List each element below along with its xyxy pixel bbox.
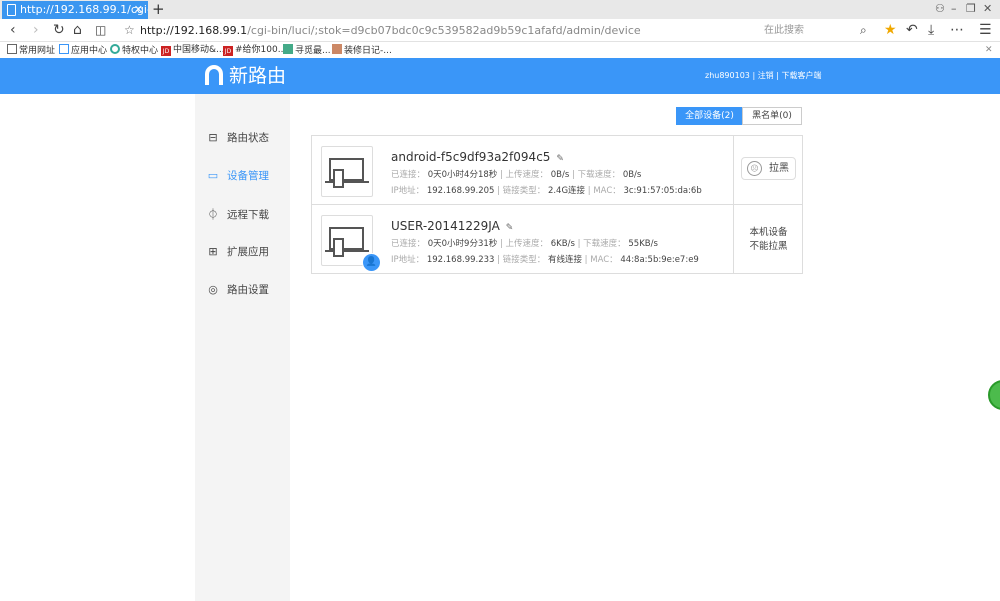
device-list: android-f5c9df93a2f094c5 ✎ 已连接： 0天0小时4分18… bbox=[311, 135, 803, 274]
tab-title: http://192.168.99.1/cgi-bin/l bbox=[20, 3, 148, 16]
sidebar-item-download[interactable]: ⏀ 远程下载 bbox=[207, 206, 270, 222]
filter-all-devices[interactable]: 全部设备(2) bbox=[676, 107, 743, 125]
block-button[interactable]: ☹ 拉黑 bbox=[741, 157, 796, 180]
search-placeholder: 在此搜索 bbox=[764, 25, 804, 36]
page-icon bbox=[7, 4, 16, 16]
device-icon bbox=[321, 146, 373, 197]
gear-icon: ◎ bbox=[208, 283, 218, 296]
bookmark[interactable]: 装修日记-... bbox=[332, 44, 392, 57]
home-icon[interactable]: ⌂ bbox=[73, 20, 82, 40]
download-circle-icon: ⏀ bbox=[207, 208, 219, 221]
device-row: android-f5c9df93a2f094c5 ✎ 已连接： 0天0小时4分18… bbox=[312, 136, 802, 205]
sidebar: ⊟ 路由状态 ▭ 设备管理 ⏀ 远程下载 ⊞ 扩展应用 ◎ 路由设置 bbox=[195, 94, 290, 601]
bookmark[interactable]: JD 中国移动&... bbox=[161, 44, 225, 56]
sidebar-item-apps[interactable]: ⊞ 扩展应用 bbox=[207, 244, 269, 259]
download-icon[interactable]: ⤓ bbox=[928, 20, 934, 40]
restore-button[interactable]: ❐ bbox=[966, 2, 976, 15]
url-host: http://192.168.99.1 bbox=[140, 24, 248, 37]
bookmark[interactable]: 寻觅最... bbox=[283, 44, 331, 57]
sidebar-item-settings[interactable]: ◎ 路由设置 bbox=[207, 282, 269, 297]
floating-widget-icon[interactable] bbox=[988, 380, 1000, 410]
download-client-link[interactable]: 下载客户端 bbox=[781, 71, 821, 80]
cannot-block-note: 本机设备 不能拉黑 bbox=[749, 227, 788, 252]
forward-icon[interactable]: › bbox=[33, 20, 39, 40]
close-tab-icon[interactable]: ✕ bbox=[134, 1, 143, 19]
new-tab-button[interactable]: + bbox=[152, 0, 165, 19]
user-links: zhu890103 | 注销 | 下载客户端 bbox=[705, 71, 822, 80]
current-user-icon: 👤 bbox=[362, 253, 381, 272]
device-name: USER-20141229JA bbox=[391, 219, 500, 233]
bookmarks-bar: 常用网址 应用中心 特权中心 JD 中国移动&... JD #给你100... 寻觅… bbox=[0, 42, 1000, 58]
address-bar[interactable]: http://192.168.99.1/cgi-bin/luci/;stok=d… bbox=[140, 19, 641, 42]
account-icon[interactable]: ⚇ bbox=[935, 2, 945, 15]
reload-icon[interactable]: ↻ bbox=[53, 20, 65, 40]
star-outline-icon[interactable]: ☆ bbox=[124, 20, 135, 40]
tab-bar bbox=[0, 0, 1000, 19]
filter-blacklist[interactable]: 黑名单(0) bbox=[742, 107, 802, 125]
browser-tab[interactable]: http://192.168.99.1/cgi-bin/l✕ bbox=[2, 1, 148, 19]
close-window-button[interactable]: ✕ bbox=[983, 2, 992, 15]
device-name: android-f5c9df93a2f094c5 bbox=[391, 150, 551, 164]
username: zhu890103 bbox=[705, 71, 750, 80]
logout-link[interactable]: 注销 bbox=[758, 71, 774, 80]
grid-icon: ⊞ bbox=[208, 245, 218, 258]
back-icon[interactable]: ‹ bbox=[10, 20, 16, 40]
logo: 新路由 bbox=[205, 63, 286, 89]
sidebar-item-devices[interactable]: ▭ 设备管理 bbox=[207, 168, 269, 183]
reader-icon[interactable]: ◫ bbox=[95, 20, 106, 40]
search-icon[interactable]: ⌕ bbox=[860, 20, 867, 40]
close-bar-icon[interactable]: ✕ bbox=[985, 44, 993, 56]
sad-face-icon: ☹ bbox=[747, 161, 762, 176]
more-icon[interactable]: ⋯ bbox=[950, 20, 964, 40]
sidebar-item-status[interactable]: ⊟ 路由状态 bbox=[207, 130, 269, 145]
url-path: /cgi-bin/luci/;stok=d9cb07bdc0c9c539582a… bbox=[247, 24, 641, 37]
edit-icon[interactable]: ✎ bbox=[556, 154, 564, 164]
router-icon: ⊟ bbox=[208, 131, 218, 144]
search-input[interactable]: 在此搜索 bbox=[764, 19, 804, 42]
devices-icon: ▭ bbox=[207, 169, 219, 182]
minimize-button[interactable]: – bbox=[951, 2, 957, 15]
menu-icon[interactable]: ☰ bbox=[979, 20, 992, 40]
favorites-star-icon[interactable]: ★ bbox=[884, 20, 897, 40]
edit-icon[interactable]: ✎ bbox=[506, 223, 514, 233]
bookmark[interactable]: 应用中心 bbox=[59, 44, 107, 57]
bookmark[interactable]: 常用网址 bbox=[7, 44, 55, 57]
router-header bbox=[0, 58, 1000, 94]
bookmark[interactable]: 特权中心 bbox=[110, 44, 158, 57]
undo-icon[interactable]: ↶ bbox=[906, 20, 918, 40]
bookmark[interactable]: JD #给你100... bbox=[223, 44, 286, 56]
device-row: 👤 USER-20141229JA ✎ 已连接： 0天0小时9分31秒 | 上传速… bbox=[312, 205, 802, 274]
